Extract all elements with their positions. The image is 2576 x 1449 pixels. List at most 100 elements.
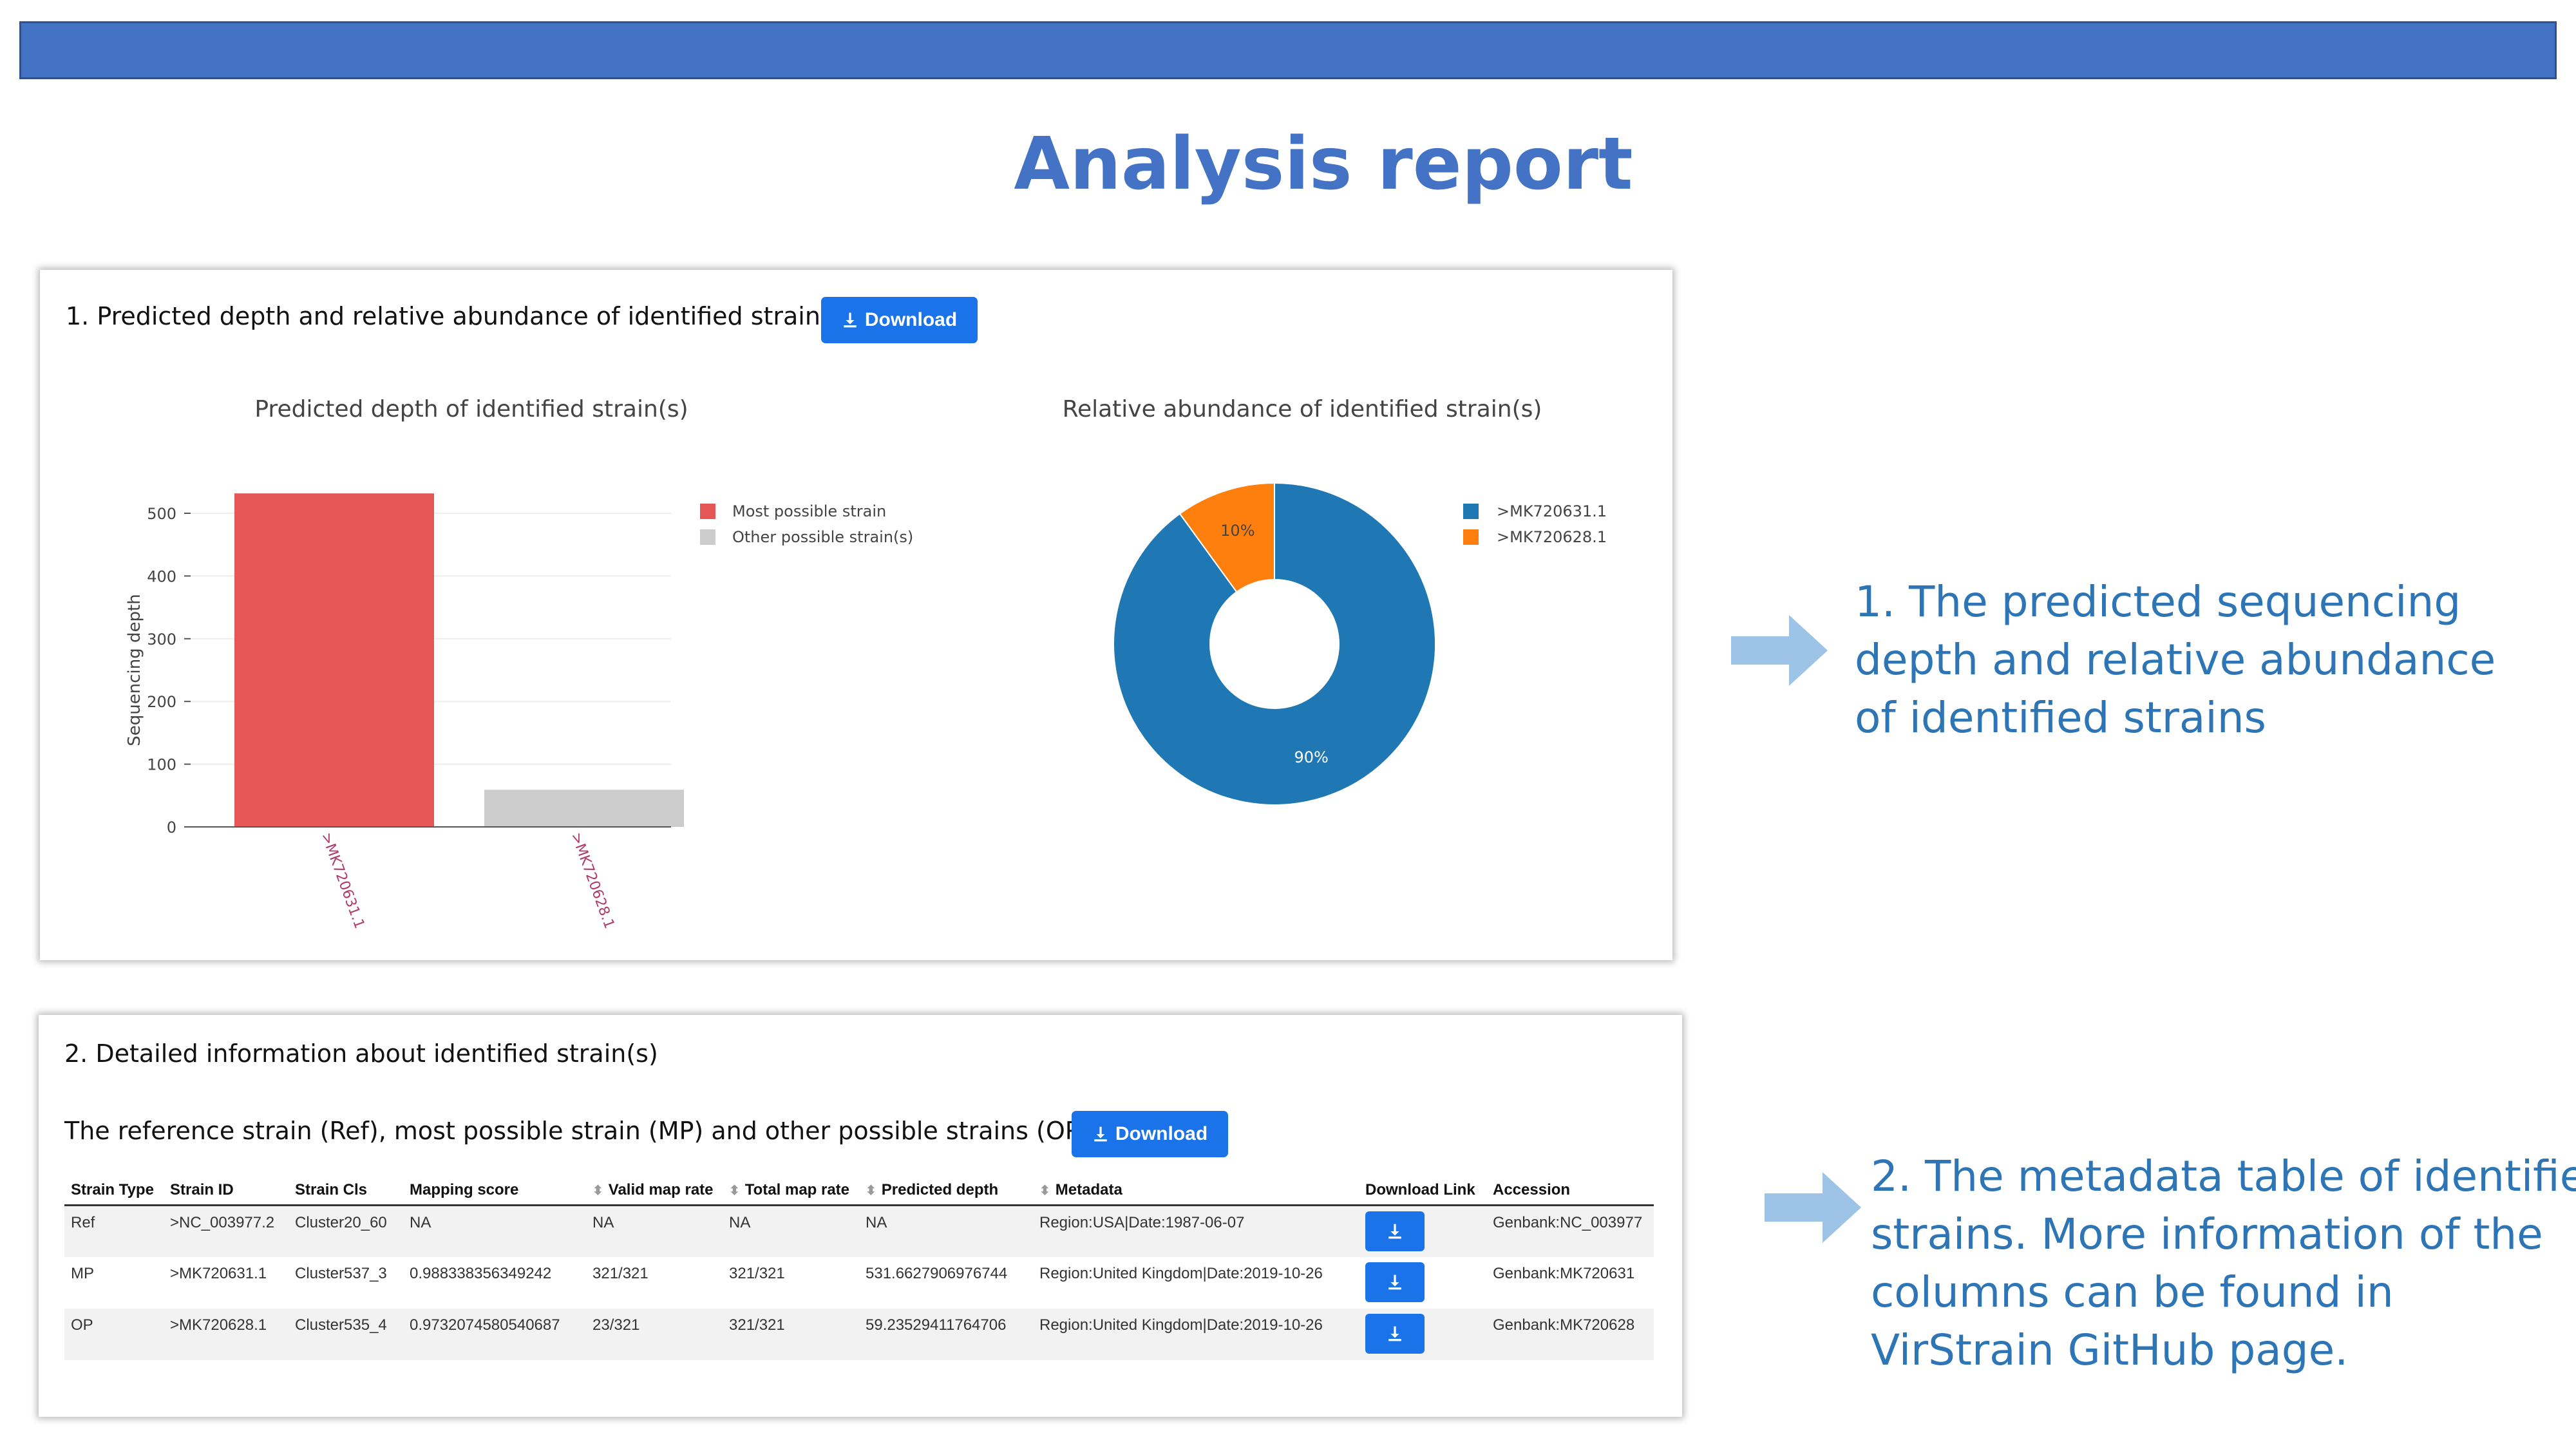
pie-chart: 90% 10% >MK720631.1 >MK720628.1 <box>1113 482 1607 806</box>
bar-chart: 0 100 200 300 400 500 Sequencing depth >MK72063… <box>125 493 913 931</box>
annotation-line: VirStrain GitHub page. <box>1871 1325 2349 1375</box>
y-axis-label: Sequencing depth <box>125 594 144 746</box>
legend-label[interactable]: >MK720628.1 <box>1497 528 1607 546</box>
table-cell: Cluster537_3 <box>295 1264 387 1282</box>
table-cell: NA <box>403 1205 586 1257</box>
table-cell: 0.988338356349242 <box>410 1264 552 1282</box>
row-download-button[interactable] <box>1365 1211 1425 1251</box>
annotation-line: 1. The predicted sequencing <box>1855 577 2461 627</box>
legend-swatch <box>700 529 715 545</box>
x-tick-label: >MK720631.1 <box>317 831 367 931</box>
download-icon <box>1388 1274 1401 1289</box>
table-cell: NA <box>723 1205 859 1257</box>
table-cell: 23/321 <box>586 1308 723 1360</box>
y-tick-label: 300 <box>147 630 176 649</box>
download-icon <box>1094 1126 1107 1142</box>
annotation-2: 2. The metadata table of identified stra… <box>1871 1148 2576 1379</box>
table-description: The reference strain (Ref), most possibl… <box>64 1117 1097 1145</box>
annotation-line: columns can be found in <box>1871 1267 2394 1317</box>
legend-label[interactable]: Most possible strain <box>732 502 886 520</box>
table-cell <box>1359 1257 1486 1309</box>
legend-swatch <box>700 504 715 519</box>
table-cell: Region:United Kingdom|Date:2019-10-26 <box>1033 1308 1359 1360</box>
bar[interactable] <box>234 493 434 827</box>
y-tick-label: 200 <box>147 693 176 711</box>
right-arrow-icon <box>1765 1172 1861 1243</box>
table-cell: Cluster20_60 <box>289 1205 403 1257</box>
section-strain-details: 2. Detailed information about identified… <box>39 1015 1682 1417</box>
table-cell: NA <box>586 1205 723 1257</box>
download-icon <box>1388 1326 1401 1341</box>
column-header[interactable]: Mapping score <box>403 1176 586 1206</box>
table-cell: >MK720628.1 <box>164 1308 289 1360</box>
column-header[interactable]: ⬍ Predicted depth <box>859 1176 1033 1206</box>
legend-label[interactable]: Other possible strain(s) <box>732 528 913 546</box>
column-header-label: Accession <box>1493 1181 1571 1198</box>
table-cell: Genbank:NC_003977 <box>1486 1205 1654 1257</box>
table-cell: >MK720631.1 <box>170 1264 267 1282</box>
download-button-label: Download <box>1115 1123 1208 1144</box>
section-depth-abundance: 1. Predicted depth and relative abundanc… <box>40 270 1672 960</box>
legend-swatch <box>1463 529 1479 545</box>
column-header[interactable]: Download Link <box>1359 1176 1486 1206</box>
table-cell: Cluster535_4 <box>289 1308 403 1360</box>
column-header-label: Strain Type <box>71 1181 154 1198</box>
bar[interactable] <box>484 790 684 827</box>
table-row: MP >MK720631.1 Cluster537_3 0.9883383563… <box>64 1257 1654 1309</box>
legend-swatch <box>1463 504 1479 519</box>
column-header[interactable]: Strain Type <box>64 1176 164 1206</box>
section-2-heading: 2. Detailed information about identified… <box>64 1039 658 1068</box>
legend-label[interactable]: >MK720631.1 <box>1497 502 1607 520</box>
table-header-row: Strain Type Strain ID Strain Cls Mapping… <box>64 1176 1654 1206</box>
download-button-section-2[interactable]: Download <box>1072 1111 1228 1157</box>
column-header[interactable]: ⬍ Valid map rate <box>586 1176 723 1206</box>
y-tick-label: 500 <box>147 505 176 523</box>
column-header[interactable]: ⬍ Total map rate <box>723 1176 859 1206</box>
table-cell: MP <box>71 1264 94 1282</box>
column-header[interactable]: Strain ID <box>164 1176 289 1206</box>
sort-icon: ⬍ <box>1039 1184 1050 1198</box>
download-button-section-1[interactable]: Download <box>821 297 978 343</box>
strains-table: Strain Type Strain ID Strain Cls Mapping… <box>64 1176 1654 1360</box>
sort-icon: ⬍ <box>866 1184 876 1198</box>
table-cell: 59.23529411764706 <box>859 1308 1033 1360</box>
bar-chart-title: Predicted depth of identified strain(s) <box>254 396 688 422</box>
annotation-1: 1. The predicted sequencing depth and re… <box>1855 573 2496 747</box>
column-header-label: Valid map rate <box>608 1181 714 1198</box>
table-cell: 531.6627906976744 <box>866 1264 1008 1282</box>
table-row: Ref >NC_003977.2 Cluster20_60 NA NA NA N… <box>64 1205 1654 1257</box>
table-cell: 0.9732074580540687 <box>403 1308 586 1360</box>
pie-chart-title: Relative abundance of identified strain(… <box>1062 396 1542 422</box>
top-banner <box>19 21 2557 79</box>
row-download-button[interactable] <box>1365 1313 1425 1354</box>
section-1-heading: 1. Predicted depth and relative abundanc… <box>66 302 853 330</box>
column-header[interactable]: ⬍ Metadata <box>1033 1176 1359 1206</box>
column-header[interactable]: Accession <box>1486 1176 1654 1206</box>
table-cell <box>1359 1205 1486 1257</box>
download-icon <box>1388 1224 1401 1239</box>
table-cell: 321/321 <box>729 1264 785 1282</box>
table-cell: Ref <box>64 1205 164 1257</box>
x-tick-label: >MK720628.1 <box>567 831 617 931</box>
table-cell: >NC_003977.2 <box>164 1205 289 1257</box>
page-title: Analysis report <box>1014 122 1633 206</box>
table-cell: 321/321 <box>592 1264 649 1282</box>
column-header[interactable]: Strain Cls <box>289 1176 403 1206</box>
download-button-label: Download <box>864 309 958 330</box>
table-cell <box>1359 1308 1486 1360</box>
table-row: OP >MK720628.1 Cluster535_4 0.9732074580… <box>64 1308 1654 1360</box>
pie-slice-label: 10% <box>1220 522 1255 540</box>
annotation-line: 2. The metadata table of identified <box>1871 1151 2576 1201</box>
row-download-button[interactable] <box>1365 1262 1425 1302</box>
table-cell: Genbank:MK720628 <box>1486 1308 1654 1360</box>
column-header-label: Metadata <box>1055 1181 1122 1198</box>
table-cell: NA <box>859 1205 1033 1257</box>
table-cell: 321/321 <box>723 1308 859 1360</box>
y-tick-label: 400 <box>147 567 176 585</box>
column-header-label: Total map rate <box>744 1181 850 1198</box>
table-cell: OP <box>64 1308 164 1360</box>
column-header-label: Strain Cls <box>295 1181 368 1198</box>
annotation-line: strains. More information of the <box>1871 1209 2543 1259</box>
column-header-label: Download Link <box>1365 1181 1475 1198</box>
download-icon <box>844 312 857 328</box>
